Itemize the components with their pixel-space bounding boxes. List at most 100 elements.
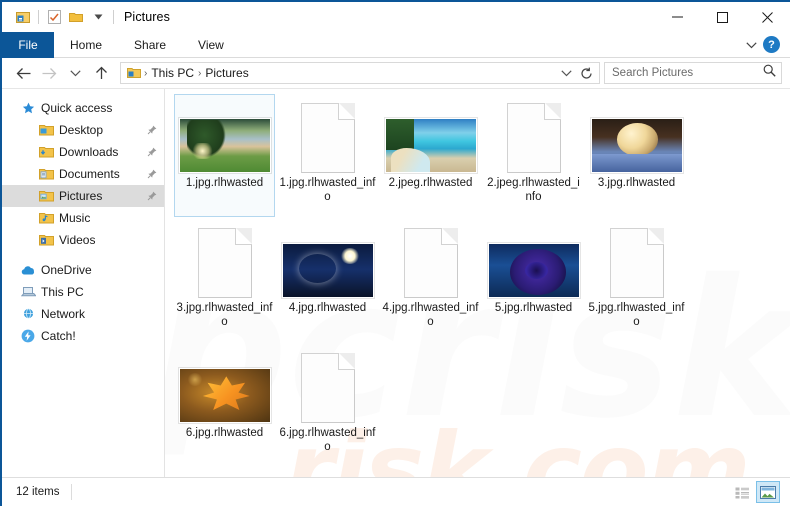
sidebar-label-videos: Videos xyxy=(59,233,96,247)
back-button[interactable] xyxy=(10,61,36,85)
thumbnail xyxy=(280,97,376,173)
address-bar-right xyxy=(557,61,595,85)
pin-icon[interactable] xyxy=(146,168,158,180)
tab-view[interactable]: View xyxy=(182,32,240,58)
file-tile[interactable]: 2.jpeg.rlhwasted_info xyxy=(483,94,584,217)
file-tile[interactable]: 5.jpg.rlhwasted_info xyxy=(586,219,687,342)
sidebar-label-music: Music xyxy=(59,211,91,225)
photo-thumbnail-icon xyxy=(589,117,684,174)
file-tile[interactable]: 6.jpg.rlhwasted xyxy=(174,344,275,467)
file-tile[interactable]: 4.jpg.rlhwasted_info xyxy=(380,219,481,342)
tab-share[interactable]: Share xyxy=(118,32,182,58)
blank-document-icon xyxy=(609,228,664,298)
sidebar-gap-1 xyxy=(2,251,164,259)
sidebar-item-documents[interactable]: Documents xyxy=(2,163,164,185)
thumbnail xyxy=(280,347,376,423)
file-name: 6.jpg.rlhwasted_info xyxy=(279,427,376,453)
file-tile[interactable]: 1.jpg.rlhwasted xyxy=(174,94,275,217)
photo-thumbnail-icon xyxy=(177,117,272,174)
properties-icon[interactable] xyxy=(12,6,34,28)
file-name: 4.jpg.rlhwasted_info xyxy=(382,302,479,328)
blank-document-icon xyxy=(403,228,458,298)
refresh-icon[interactable] xyxy=(577,61,595,85)
file-name: 5.jpg.rlhwasted xyxy=(494,302,573,314)
sidebar-item-videos[interactable]: Videos xyxy=(2,229,164,251)
sidebar-item-desktop[interactable]: Desktop xyxy=(2,119,164,141)
toolbar-divider-2 xyxy=(113,10,114,24)
sidebar-label-quick-access: Quick access xyxy=(41,101,113,115)
breadcrumb-pictures[interactable]: Pictures xyxy=(202,66,251,80)
file-tile[interactable]: 4.jpg.rlhwasted xyxy=(277,219,378,342)
expand-ribbon-chevron-down-icon[interactable] xyxy=(746,36,757,54)
sidebar-item-catch[interactable]: Catch! xyxy=(2,325,164,347)
cloud-icon xyxy=(20,262,36,278)
folder-documents-icon xyxy=(38,166,54,182)
file-name: 3.jpg.rlhwasted_info xyxy=(176,302,273,328)
sidebar-label-downloads: Downloads xyxy=(59,145,119,159)
sidebar-item-pictures[interactable]: Pictures xyxy=(2,185,164,207)
window-title: Pictures xyxy=(124,10,170,24)
thumbnail xyxy=(589,97,685,174)
sidebar-label-pictures: Pictures xyxy=(59,189,103,203)
title-bar: Pictures xyxy=(2,2,790,32)
maximize-button[interactable] xyxy=(700,2,745,32)
recent-locations-chevron-down-icon[interactable] xyxy=(62,61,88,85)
sidebar-label-network: Network xyxy=(41,307,86,321)
details-view-button[interactable] xyxy=(730,481,754,503)
status-divider xyxy=(71,484,73,500)
blank-document-icon xyxy=(300,353,355,423)
up-button[interactable] xyxy=(88,61,114,85)
folder-videos-icon xyxy=(38,232,54,248)
window-controls xyxy=(655,2,790,32)
network-icon xyxy=(20,306,36,322)
file-tile[interactable]: 3.jpg.rlhwasted_info xyxy=(174,219,275,342)
navigation-pane[interactable]: Quick access Desktop Downloads Documents… xyxy=(2,89,164,477)
pin-icon[interactable] xyxy=(146,146,158,158)
address-history-chevron-down-icon[interactable] xyxy=(557,61,575,85)
forward-button[interactable] xyxy=(36,61,62,85)
help-icon[interactable]: ? xyxy=(763,36,780,53)
file-name: 3.jpg.rlhwasted xyxy=(597,177,676,189)
tab-home[interactable]: Home xyxy=(54,32,118,58)
computer-icon xyxy=(20,284,36,300)
minimize-button[interactable] xyxy=(655,2,700,32)
folder-pictures-icon xyxy=(38,188,54,204)
sidebar-item-quick-access[interactable]: Quick access xyxy=(2,97,164,119)
pin-icon[interactable] xyxy=(146,190,158,202)
sidebar-item-downloads[interactable]: Downloads xyxy=(2,141,164,163)
sidebar-item-music[interactable]: Music xyxy=(2,207,164,229)
new-folder-checkbox-icon[interactable] xyxy=(43,6,65,28)
folder-music-icon xyxy=(38,210,54,226)
pin-icon[interactable] xyxy=(146,124,158,136)
sidebar-item-network[interactable]: Network xyxy=(2,303,164,325)
search-icon[interactable] xyxy=(763,64,776,82)
item-count-label: 12 items xyxy=(16,486,60,498)
file-list-pane[interactable]: risk.com 1.jpg.rlhwasted 1.jpg.rlhwasted… xyxy=(165,89,790,477)
file-tile[interactable]: 5.jpg.rlhwasted xyxy=(483,219,584,342)
search-input[interactable] xyxy=(610,66,763,80)
sidebar-item-this-pc[interactable]: This PC xyxy=(2,281,164,303)
file-tile[interactable]: 1.jpg.rlhwasted_info xyxy=(277,94,378,217)
breadcrumb-this-pc[interactable]: This PC xyxy=(148,66,197,80)
file-tile[interactable]: 2.jpeg.rlhwasted xyxy=(380,94,481,217)
folder-downloads-icon xyxy=(38,144,54,160)
ribbon-tabs: File Home Share View ? xyxy=(2,32,790,58)
tab-file[interactable]: File xyxy=(2,32,54,58)
file-name: 2.jpeg.rlhwasted xyxy=(388,177,473,189)
file-tile[interactable]: 6.jpg.rlhwasted_info xyxy=(277,344,378,467)
close-button[interactable] xyxy=(745,2,790,32)
file-name: 4.jpg.rlhwasted xyxy=(288,302,367,314)
search-box[interactable] xyxy=(604,62,782,84)
address-bar[interactable]: › This PC › Pictures xyxy=(120,62,600,84)
quick-access-toolbar xyxy=(2,6,118,28)
chevron-down-icon[interactable] xyxy=(87,6,109,28)
thumbnail xyxy=(383,222,479,298)
sidebar-label-desktop: Desktop xyxy=(59,123,104,137)
blank-document-icon xyxy=(506,103,561,173)
file-tile[interactable]: 3.jpg.rlhwasted xyxy=(586,94,687,217)
thumbnail xyxy=(177,97,273,174)
folder-desktop-icon xyxy=(38,122,54,138)
sidebar-item-onedrive[interactable]: OneDrive xyxy=(2,259,164,281)
folder-icon[interactable] xyxy=(65,6,87,28)
large-icons-view-button[interactable] xyxy=(756,481,780,503)
